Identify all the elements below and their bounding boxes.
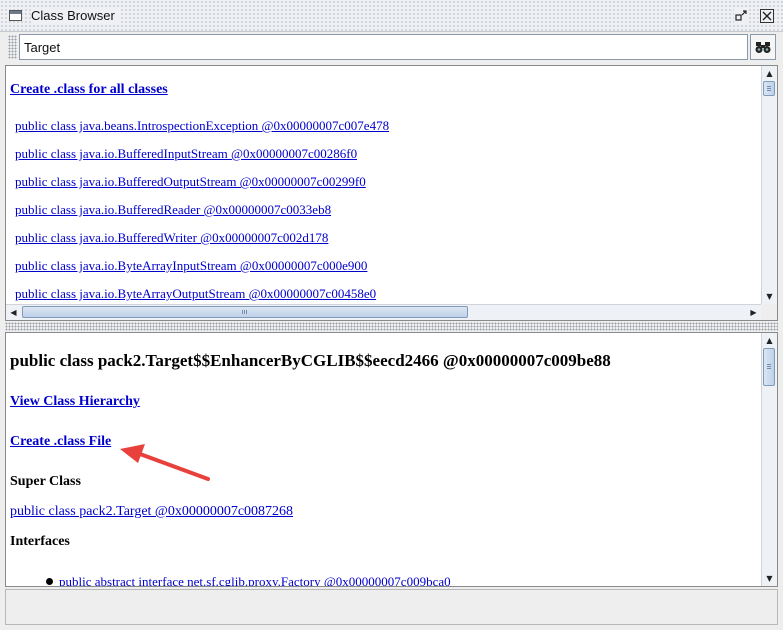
- super-class-heading: Super Class: [10, 474, 81, 489]
- bullet-icon: [46, 578, 53, 585]
- window-icon: [9, 10, 22, 21]
- binoculars-icon: [755, 42, 771, 53]
- interfaces-heading: Interfaces: [10, 534, 70, 549]
- find-button[interactable]: [750, 34, 776, 60]
- split-pane-divider[interactable]: [5, 322, 778, 331]
- scroll-corner: [761, 304, 777, 320]
- super-class-link[interactable]: public class pack2.Target @0x00000007c00…: [10, 504, 293, 520]
- create-class-file-link[interactable]: Create .class File: [10, 434, 111, 450]
- scroll-up-icon[interactable]: ▲: [762, 333, 777, 348]
- close-icon[interactable]: [760, 9, 774, 23]
- search-toolbar: [0, 32, 783, 64]
- scroll-down-icon[interactable]: ▼: [762, 289, 777, 304]
- class-link[interactable]: public class java.io.ByteArrayInputStrea…: [15, 258, 367, 273]
- toolbar-grip[interactable]: [8, 35, 17, 59]
- status-bar: [5, 589, 778, 625]
- view-class-hierarchy-link[interactable]: View Class Hierarchy: [10, 394, 140, 410]
- class-detail-content: public class pack2.Target$$EnhancerByCGL…: [6, 333, 761, 586]
- class-detail-pane: public class pack2.Target$$EnhancerByCGL…: [5, 332, 778, 587]
- class-link[interactable]: public class java.io.BufferedInputStream…: [15, 146, 357, 161]
- class-link[interactable]: public class java.io.ByteArrayOutputStre…: [15, 286, 376, 301]
- interface-list-item: public abstract interface net.sf.cglib.p…: [46, 574, 451, 586]
- class-link[interactable]: public class java.io.BufferedWriter @0x0…: [15, 230, 328, 245]
- scroll-left-icon[interactable]: ◀: [6, 305, 21, 320]
- class-link[interactable]: public class java.io.BufferedReader @0x0…: [15, 202, 331, 217]
- class-link[interactable]: public class java.io.BufferedOutputStrea…: [15, 174, 366, 189]
- class-detail-title: public class pack2.Target$$EnhancerByCGL…: [10, 351, 611, 370]
- class-list-horizontal-scrollbar[interactable]: ◀ ▶: [6, 304, 761, 320]
- class-link[interactable]: public class java.beans.IntrospectionExc…: [15, 118, 389, 133]
- class-list-scroll-thumb[interactable]: [763, 81, 775, 96]
- create-all-classes-link[interactable]: Create .class for all classes: [10, 82, 168, 98]
- class-detail-vertical-scrollbar[interactable]: ▲ ▼: [761, 333, 777, 586]
- interface-link[interactable]: public abstract interface net.sf.cglib.p…: [59, 574, 451, 586]
- class-list-hscroll-thumb[interactable]: [22, 306, 468, 318]
- class-list-content: Create .class for all classes public cla…: [6, 66, 761, 320]
- search-input[interactable]: [19, 34, 748, 60]
- class-detail-scroll-thumb[interactable]: [763, 348, 775, 386]
- window-title: Class Browser: [31, 8, 119, 23]
- scroll-down-icon[interactable]: ▼: [762, 571, 777, 586]
- class-list-vertical-scrollbar[interactable]: ▲ ▼: [761, 66, 777, 304]
- restore-icon[interactable]: [734, 9, 748, 23]
- scroll-up-icon[interactable]: ▲: [762, 66, 777, 81]
- scroll-right-icon[interactable]: ▶: [746, 305, 761, 320]
- class-list: public class java.beans.IntrospectionExc…: [15, 118, 389, 314]
- title-bar: Class Browser: [0, 0, 783, 32]
- class-list-pane: Create .class for all classes public cla…: [5, 65, 778, 321]
